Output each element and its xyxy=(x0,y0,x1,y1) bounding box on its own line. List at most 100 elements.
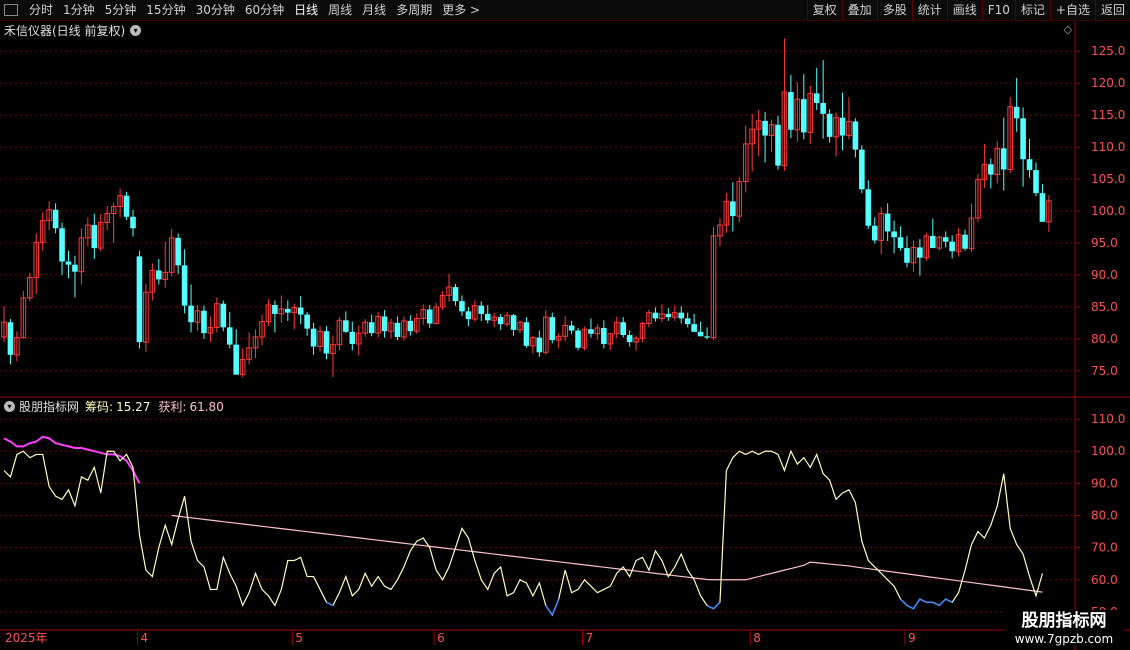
date-tick-label: 9 xyxy=(908,631,916,645)
profit-value: 61.80 xyxy=(189,399,224,414)
profit-label: 获利: xyxy=(158,400,187,414)
price-tick-label: 125.0 xyxy=(1091,44,1125,58)
chip-low-segment xyxy=(545,605,553,616)
candle-body-down xyxy=(1039,193,1046,222)
candle-body-down xyxy=(942,237,949,242)
period-tab-2[interactable]: 5分钟 xyxy=(100,0,142,20)
period-tab-1[interactable]: 1分钟 xyxy=(58,0,100,20)
toolbar-button-6[interactable]: 标记 xyxy=(1014,0,1050,20)
toolbar-button-8[interactable]: 返回 xyxy=(1094,0,1130,20)
chip-low-segment xyxy=(912,598,921,610)
date-tick-label: 5 xyxy=(295,631,303,645)
indicator-title: ▾ 股朋指标网 筹码: 15.27 获利: 61.80 xyxy=(4,398,224,415)
period-tab-3[interactable]: 15分钟 xyxy=(141,0,190,20)
candle-body-down xyxy=(349,331,356,344)
toolbar-button-3[interactable]: 统计 xyxy=(911,0,947,20)
price-tick-label: 100.0 xyxy=(1091,204,1125,218)
price-tick-label: 120.0 xyxy=(1091,76,1125,90)
candle-body-down xyxy=(381,316,388,332)
price-tick-label: 75.0 xyxy=(1091,364,1118,378)
chevron-down-icon[interactable]: ▾ xyxy=(130,25,142,36)
candle-body-down xyxy=(478,305,485,314)
chip-low-segment xyxy=(945,598,953,603)
candle-body-down xyxy=(523,322,530,346)
chip-low-segment xyxy=(938,598,947,607)
period-tab-10[interactable]: 更多 > xyxy=(437,0,485,20)
indicator-tick-label: 60.0 xyxy=(1091,573,1118,587)
period-tab-9[interactable]: 多周期 xyxy=(391,0,437,20)
candle-body-down xyxy=(601,327,607,344)
period-tab-8[interactable]: 月线 xyxy=(357,0,391,20)
price-tick-label: 115.0 xyxy=(1091,108,1125,122)
axis-labels: 125.0120.0115.0110.0105.0100.095.090.085… xyxy=(5,44,1125,645)
candle-body-down xyxy=(859,149,865,190)
candle-body-down xyxy=(285,308,291,313)
candle-body-down xyxy=(52,209,59,229)
candle-body-down xyxy=(549,317,556,341)
toolbar-button-7[interactable]: +自选 xyxy=(1049,0,1095,20)
price-tick-label: 80.0 xyxy=(1091,332,1118,346)
candle-body-down xyxy=(930,235,936,249)
candle-body-down xyxy=(588,329,594,334)
candle-body-down xyxy=(226,327,233,345)
watermark: 股朋指标网 www.7gpzb.com xyxy=(1004,610,1124,646)
candle-body-down xyxy=(813,93,820,103)
chip-low-segment xyxy=(712,601,721,610)
candle-body-down xyxy=(962,234,968,249)
candle-body-down xyxy=(368,322,375,334)
candle-body-down xyxy=(452,287,459,302)
indicator-tick-label: 90.0 xyxy=(1091,476,1118,490)
toolbar-button-4[interactable]: 画线 xyxy=(946,0,982,20)
watermark-url: www.7gpzb.com xyxy=(1014,632,1114,646)
candle-body-down xyxy=(123,195,130,217)
candle-body-down xyxy=(691,324,697,332)
candle-body-down xyxy=(220,303,227,328)
candle-body-down xyxy=(949,241,955,252)
indicator-tick-label: 100.0 xyxy=(1091,444,1125,458)
period-tab-6[interactable]: 日线 xyxy=(289,0,323,20)
candle-body-down xyxy=(175,237,181,266)
candle-body-down xyxy=(684,318,691,325)
period-tab-7[interactable]: 周线 xyxy=(323,0,357,20)
toolbar-button-5[interactable]: F10 xyxy=(981,0,1015,20)
candle-body-down xyxy=(620,322,626,336)
toolbar-button-2[interactable]: 多股 xyxy=(876,0,912,20)
candle-body-down xyxy=(568,325,575,331)
candle-body-down xyxy=(1020,118,1026,160)
period-toolbar: 分时 1分钟 5分钟 15分钟 30分钟 60分钟 日线 周线 月线 多周期 更多 > 复权 叠加 多股… xyxy=(0,0,1130,21)
chevron-down-icon[interactable]: ▾ xyxy=(4,401,15,412)
indicator-name: 股朋指标网 xyxy=(19,400,80,414)
candle-body-down xyxy=(465,311,472,320)
candle-body-down xyxy=(1000,148,1007,170)
chip-low-segment xyxy=(326,601,334,607)
candle-body-down xyxy=(788,92,794,130)
candle-body-down xyxy=(871,225,878,241)
candle-body-down xyxy=(775,124,781,166)
candle-body-down xyxy=(730,201,736,217)
candle-body-down xyxy=(297,307,304,315)
candle-body-down xyxy=(181,265,188,306)
diamond-icon[interactable]: ◇ xyxy=(1064,23,1072,36)
date-tick-label: 7 xyxy=(586,631,594,645)
date-tick-label: 2025年 xyxy=(5,631,48,645)
candle-body-down xyxy=(7,322,14,355)
toolbar-button-0[interactable]: 复权 xyxy=(806,0,842,20)
candle-body-down xyxy=(497,317,504,325)
candle-body-down xyxy=(484,313,491,321)
period-tab-0[interactable]: 分时 xyxy=(24,0,58,20)
period-tab-4[interactable]: 30分钟 xyxy=(191,0,240,20)
candle-body-down xyxy=(1026,159,1033,171)
toolbar-button-1[interactable]: 叠加 xyxy=(841,0,877,20)
candle-body-down xyxy=(304,314,310,329)
candle-body-down xyxy=(394,322,401,337)
period-tab-5[interactable]: 60分钟 xyxy=(240,0,289,20)
candle-body-down xyxy=(136,256,143,343)
candle-body-down xyxy=(233,344,239,375)
price-tick-label: 85.0 xyxy=(1091,300,1118,314)
price-tick-label: 90.0 xyxy=(1091,268,1118,282)
chip-low-segment xyxy=(900,598,908,607)
candle-body-down xyxy=(575,330,581,348)
stock-title-text: 禾信仪器(日线 前复权) xyxy=(4,24,126,38)
panel-toggle-icon[interactable] xyxy=(4,4,18,16)
indicator-tick-label: 80.0 xyxy=(1091,509,1118,523)
